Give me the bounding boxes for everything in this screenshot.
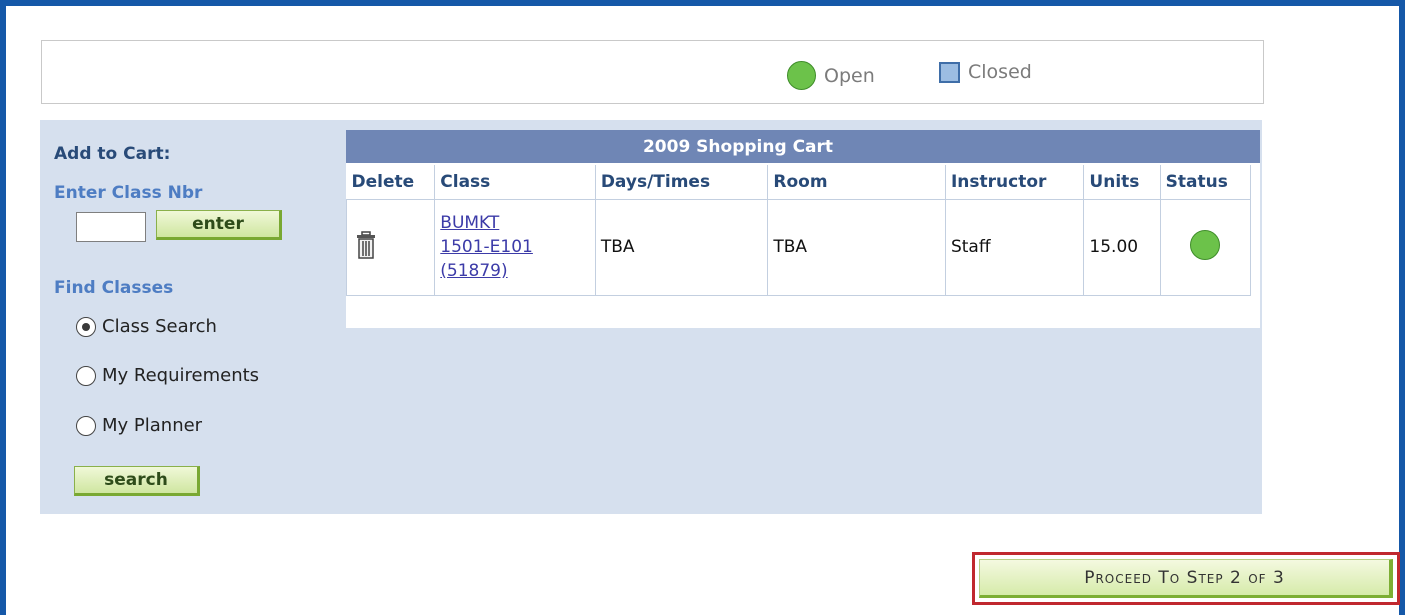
col-status: Status bbox=[1160, 165, 1252, 200]
open-status-icon bbox=[1190, 229, 1221, 260]
col-units: Units bbox=[1083, 165, 1161, 200]
closed-status-icon bbox=[939, 61, 960, 83]
status-legend: Open Closed bbox=[41, 40, 1264, 104]
col-delete: Delete bbox=[346, 165, 436, 200]
add-to-cart-title: Add to Cart: bbox=[54, 144, 171, 164]
enter-button[interactable]: enter bbox=[156, 210, 282, 240]
class-nbr-input[interactable] bbox=[76, 212, 146, 242]
cart-header-row: Delete Class Days/Times Room Instructor … bbox=[346, 165, 1252, 200]
status-cell bbox=[1159, 198, 1252, 296]
radio-label: Class Search bbox=[102, 316, 217, 337]
col-room: Room bbox=[767, 165, 946, 200]
class-section[interactable]: 1501-E101 bbox=[440, 237, 533, 257]
table-row: BUMKT 1501-E101 (51879) TBA TBA Staff 15… bbox=[345, 198, 1252, 296]
class-link[interactable]: BUMKT 1501-E101 (51879) bbox=[440, 211, 590, 283]
legend-closed: Closed bbox=[939, 61, 1032, 83]
add-to-cart-column: Add to Cart: Enter Class Nbr enter Find … bbox=[40, 120, 340, 514]
days-times-cell: TBA bbox=[594, 198, 769, 296]
legend-closed-label: Closed bbox=[968, 61, 1032, 83]
shopping-cart: 2009 Shopping Cart Delete Class Days/Tim… bbox=[345, 130, 1260, 328]
col-days-times: Days/Times bbox=[595, 165, 769, 200]
col-instructor: Instructor bbox=[945, 165, 1085, 200]
radio-label: My Requirements bbox=[102, 365, 260, 386]
radio-unselected-icon[interactable] bbox=[76, 415, 96, 436]
delete-cell bbox=[345, 198, 436, 296]
search-button[interactable]: search bbox=[74, 466, 200, 496]
open-status-icon bbox=[787, 61, 816, 90]
cart-title: 2009 Shopping Cart bbox=[346, 130, 1260, 163]
class-number[interactable]: (51879) bbox=[440, 261, 507, 281]
proceed-highlight: Proceed To Step 2 of 3 bbox=[972, 552, 1400, 605]
radio-my-requirements[interactable]: My Requirements bbox=[76, 365, 259, 386]
legend-open-label: Open bbox=[824, 64, 875, 87]
radio-my-planner[interactable]: My Planner bbox=[76, 415, 202, 436]
page-frame: Open Closed Add to Cart: Enter Class Nbr… bbox=[0, 0, 1405, 615]
col-class: Class bbox=[434, 165, 596, 200]
radio-label: My Planner bbox=[102, 415, 203, 436]
enrollment-panel: Add to Cart: Enter Class Nbr enter Find … bbox=[40, 120, 1262, 514]
radio-class-search[interactable]: Class Search bbox=[76, 316, 217, 337]
cart-table: Delete Class Days/Times Room Instructor … bbox=[345, 165, 1252, 296]
trash-icon[interactable] bbox=[356, 230, 376, 259]
legend-open: Open bbox=[787, 61, 875, 90]
room-cell: TBA bbox=[767, 198, 946, 296]
proceed-button[interactable]: Proceed To Step 2 of 3 bbox=[979, 559, 1393, 598]
instructor-cell: Staff bbox=[944, 198, 1085, 296]
find-classes-title: Find Classes bbox=[54, 278, 174, 298]
class-cell: BUMKT 1501-E101 (51879) bbox=[434, 198, 596, 296]
enter-class-nbr-label: Enter Class Nbr bbox=[54, 183, 203, 203]
units-cell: 15.00 bbox=[1083, 198, 1161, 296]
radio-unselected-icon[interactable] bbox=[76, 365, 96, 386]
radio-selected-icon[interactable] bbox=[76, 316, 96, 337]
class-subject[interactable]: BUMKT bbox=[440, 213, 499, 233]
